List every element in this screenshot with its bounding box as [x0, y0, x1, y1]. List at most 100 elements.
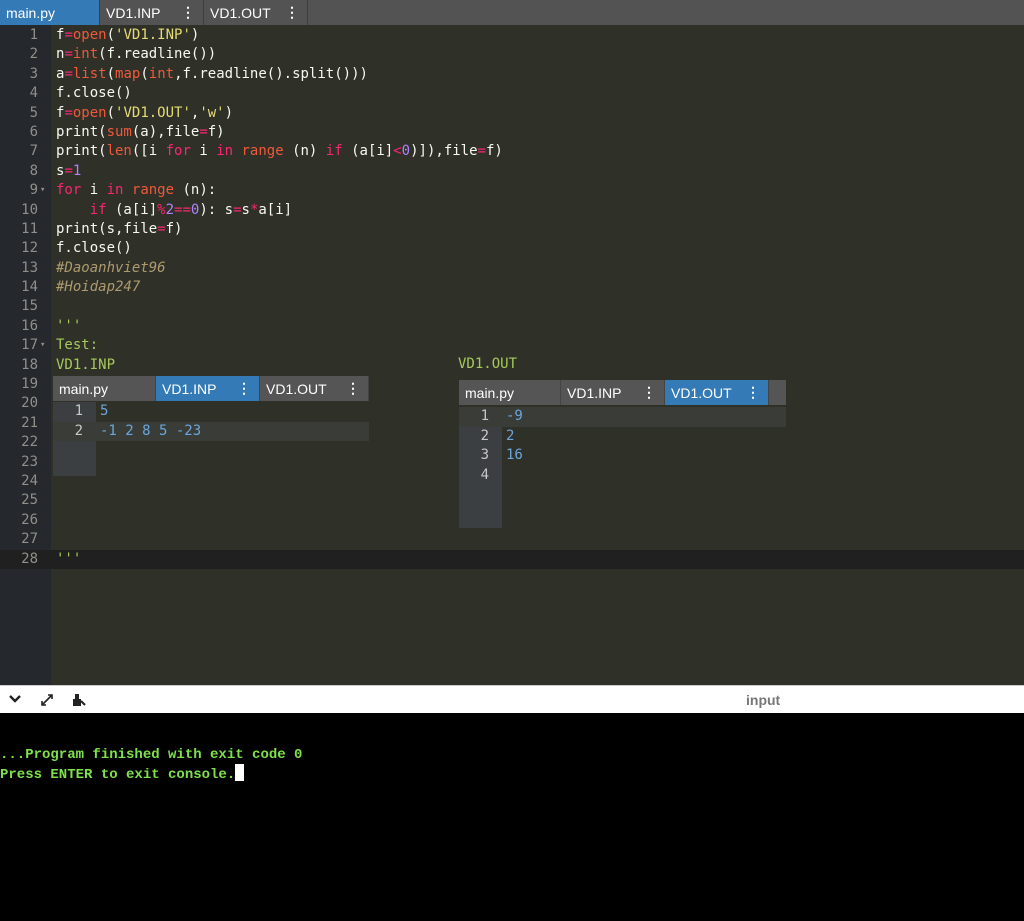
tab-main-py: main.py: [53, 376, 156, 401]
line-number: 15: [21, 298, 38, 315]
out-line: 2 2: [459, 427, 786, 447]
inp-line: 1 5: [53, 402, 369, 422]
console-toolbar: input: [0, 685, 1024, 713]
line-number: 27: [21, 531, 38, 548]
inp-screenshot-panel: main.py VD1.INP ⋮ VD1.OUT ⋮ 1 5 2 -1 2 8…: [53, 376, 369, 476]
line-number: 2: [29, 46, 38, 63]
line-number: 4: [29, 85, 38, 102]
line-number: 10: [21, 201, 38, 218]
console-prompt-line: Press ENTER to exit console.: [0, 764, 245, 783]
line-text: 16: [506, 447, 523, 463]
line-number: 1: [74, 403, 83, 419]
code-line[interactable]: 28 ''': [0, 549, 1024, 569]
code-line[interactable]: 16 ''': [0, 317, 1024, 336]
tab-menu-icon[interactable]: ⋮: [171, 4, 195, 21]
chevron-down-icon[interactable]: [8, 692, 22, 709]
code-text: s=1: [56, 162, 82, 179]
code-line[interactable]: 8 s=1: [0, 162, 1024, 181]
code-line[interactable]: 17 ▾ Test:: [0, 336, 1024, 355]
code-line[interactable]: 11 print(s,file=f): [0, 220, 1024, 239]
out-line: 3 16: [459, 446, 786, 466]
tab-vd1-inp: VD1.INP ⋮: [561, 380, 665, 405]
code-text: ''': [56, 550, 82, 567]
code-line[interactable]: 2 n=int(f.readline()): [0, 45, 1024, 64]
out-panel-tabs: main.py VD1.INP ⋮ VD1.OUT ⋮: [459, 380, 786, 405]
tab-main-py: main.py: [459, 380, 561, 405]
tab-menu-icon: ⋮: [642, 384, 656, 400]
line-number: 18: [21, 356, 38, 373]
tab-main-py[interactable]: main.py: [0, 0, 100, 25]
inp-panel-body: 1 5 2 -1 2 8 5 -23: [53, 402, 369, 476]
code-text: print(s,file=f): [56, 220, 183, 237]
code-line[interactable]: 5 f=open('VD1.OUT','w'): [0, 104, 1024, 123]
line-number: 12: [21, 240, 38, 257]
code-text: #Daoanhviet96: [56, 259, 166, 276]
code-text: print(sum(a),file=f): [56, 123, 225, 140]
line-number: 14: [21, 279, 38, 296]
inp-panel-tabs: main.py VD1.INP ⋮ VD1.OUT ⋮: [53, 376, 369, 401]
tab-vd1-out[interactable]: VD1.OUT ⋮: [204, 0, 308, 25]
line-number: 24: [21, 472, 38, 489]
code-editor[interactable]: 1 f=open('VD1.INP') 2 n=int(f.readline()) 3 a…: [0, 25, 1024, 685]
line-number: 1: [480, 408, 489, 424]
code-line[interactable]: 10 if (a[i]%2==0): s=s*a[i]: [0, 201, 1024, 220]
code-text: f=open('VD1.OUT','w'): [56, 104, 234, 121]
out-panel-body: 1 -9 2 2 3 16 4: [459, 407, 786, 528]
line-number: 5: [29, 104, 38, 121]
code-text: if (a[i]%2==0): s=s*a[i]: [89, 201, 293, 218]
out-line: 4: [459, 466, 786, 486]
code-text: f.close(): [56, 85, 132, 102]
tab-label: VD1.OUT: [266, 380, 327, 397]
line-number: 25: [21, 492, 38, 509]
inp-line: 2 -1 2 8 5 -23: [53, 421, 369, 441]
line-text: -1 2 8 5 -23: [100, 422, 202, 439]
code-line[interactable]: 13 #Daoanhviet96: [0, 259, 1024, 278]
code-line[interactable]: 9 ▾ for i in range (n):: [0, 181, 1024, 200]
code-line[interactable]: 12 f.close(): [0, 239, 1024, 258]
code-line[interactable]: 15: [0, 297, 1024, 316]
line-text: -9: [506, 408, 523, 424]
expand-arrows-icon[interactable]: [39, 692, 55, 711]
line-number: 9: [29, 182, 38, 199]
code-line[interactable]: 27: [0, 530, 1024, 549]
input-tab-label[interactable]: input: [746, 692, 780, 708]
line-number: 16: [21, 317, 38, 334]
code-text: f.close(): [56, 240, 132, 257]
out-line: 1 -9: [459, 407, 786, 427]
text-cursor: [235, 764, 245, 781]
code-text: VD1.INP: [56, 356, 116, 373]
code-text: Test:: [56, 337, 99, 354]
clear-console-icon[interactable]: [70, 692, 86, 711]
line-number: 11: [21, 220, 38, 237]
file-tab-bar: main.py VD1.INP ⋮ VD1.OUT ⋮: [0, 0, 1024, 25]
line-number: 3: [29, 65, 38, 82]
code-line[interactable]: 4 f.close(): [0, 84, 1024, 103]
line-number: 22: [21, 434, 38, 451]
code-line[interactable]: 3 a=list(map(int,f.readline().split())): [0, 65, 1024, 84]
code-line[interactable]: 6 print(sum(a),file=f): [0, 123, 1024, 142]
code-line[interactable]: 1 f=open('VD1.INP'): [0, 26, 1024, 45]
line-number: 19: [21, 376, 38, 393]
out-screenshot-panel: main.py VD1.INP ⋮ VD1.OUT ⋮ 1 -9 2 2 3 1…: [459, 380, 786, 528]
tab-label: VD1.OUT: [671, 384, 732, 401]
code-line[interactable]: 14 #Hoidap247: [0, 278, 1024, 297]
tab-label: VD1.OUT: [210, 4, 271, 21]
fold-arrow-icon[interactable]: ▾: [40, 181, 45, 200]
code-text: #Hoidap247: [56, 279, 141, 296]
line-number: 2: [480, 427, 489, 444]
line-number: 7: [29, 143, 38, 160]
console-output[interactable]: ...Program finished with exit code 0 Pre…: [0, 713, 1024, 921]
line-number: 3: [480, 447, 489, 463]
fold-arrow-icon[interactable]: ▾: [40, 336, 45, 355]
tab-label: VD1.INP: [162, 380, 217, 397]
tab-label: VD1.INP: [567, 384, 622, 401]
line-number: 6: [29, 123, 38, 140]
line-number: 28: [0, 549, 38, 569]
tab-menu-icon: ⋮: [346, 380, 360, 396]
line-number: 17: [21, 337, 38, 354]
tab-menu-icon[interactable]: ⋮: [275, 4, 299, 21]
tab-vd1-inp[interactable]: VD1.INP ⋮: [100, 0, 204, 25]
line-number: 21: [21, 414, 38, 431]
code-line[interactable]: 7 print(len([i for i in range (n) if (a[i…: [0, 142, 1024, 161]
line-text: 5: [100, 403, 109, 419]
